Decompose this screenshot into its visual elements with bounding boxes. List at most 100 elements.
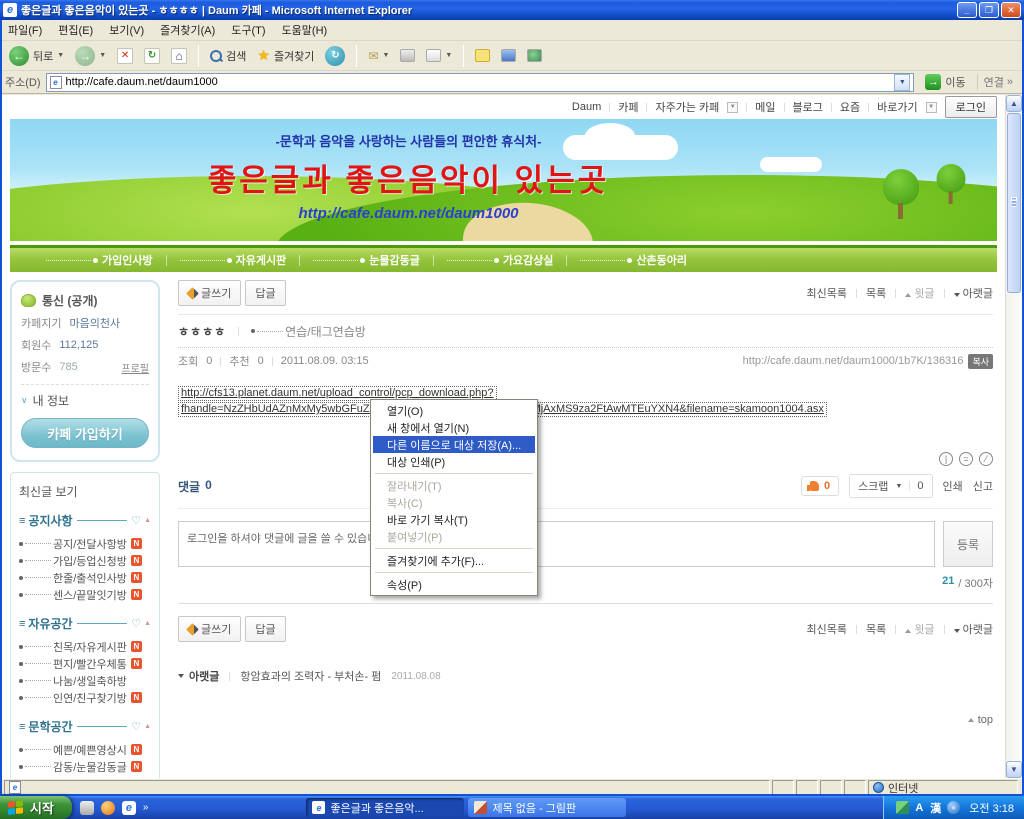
board-link[interactable]: 친목/자유게시판 N: [19, 638, 151, 655]
back-button[interactable]: ← 뒤로 ▼: [6, 45, 67, 66]
cafe-nav-music[interactable]: 가요감상실: [447, 252, 554, 268]
comment-input[interactable]: 로그인을 하셔야 댓글에 글을 쓸 수 있습니다.: [178, 521, 935, 567]
context-open-new-window[interactable]: 새 창에서 열기(N): [373, 419, 535, 436]
profile-link[interactable]: 프로필: [121, 360, 149, 375]
list-link[interactable]: 목록: [866, 621, 886, 637]
context-open[interactable]: 열기(O): [373, 402, 535, 419]
scroll-down-button[interactable]: ▼: [1006, 761, 1022, 778]
forward-button[interactable]: → ▼: [72, 45, 109, 66]
collapse-icon[interactable]: ▲: [144, 517, 151, 524]
favorites-button[interactable]: ★ 즐겨찾기: [254, 47, 317, 64]
cafe-nav-club[interactable]: 산촌동아리: [580, 252, 687, 268]
go-button[interactable]: → 이동: [919, 72, 971, 92]
board-link[interactable]: 인연/친구찾기방 N: [19, 689, 151, 706]
cafe-nav-touching[interactable]: 눈물감동글: [313, 252, 420, 268]
portal-link-yozm[interactable]: 요즘: [840, 99, 860, 115]
back-to-top-link[interactable]: top: [178, 714, 993, 726]
scrap-button[interactable]: 스크랩 ▼ 0: [849, 474, 933, 498]
edit-button[interactable]: ▼: [423, 49, 455, 62]
start-button[interactable]: 시작: [0, 796, 72, 819]
menu-help[interactable]: 도움말(H): [282, 22, 328, 38]
restore-button[interactable]: ❐: [979, 2, 999, 18]
write-button[interactable]: 글쓰기: [178, 280, 242, 306]
print-link[interactable]: 인쇄: [943, 478, 963, 494]
shortcut-dropdown-icon[interactable]: ▼: [925, 101, 937, 113]
context-save-target-as[interactable]: 다른 이름으로 대상 저장(A)...: [373, 436, 535, 453]
mail-button[interactable]: ✉ ▼: [365, 49, 392, 63]
scrap-dropdown-icon[interactable]: ▼: [895, 483, 902, 490]
context-print-target[interactable]: 대상 인쇄(P): [373, 453, 535, 470]
like-button[interactable]: 0: [800, 476, 840, 496]
task-button-ie[interactable]: e 좋은글과 좋은음악...: [306, 798, 465, 817]
board-link[interactable]: 나눔/생일축하방: [19, 672, 151, 689]
collapse-icon[interactable]: ▲: [144, 723, 151, 730]
join-cafe-button[interactable]: 카페 가입하기: [21, 418, 149, 448]
search-button[interactable]: 검색: [207, 48, 249, 64]
minimize-button[interactable]: _: [957, 2, 977, 18]
cafe-nav-greeting[interactable]: 가입인사방: [46, 252, 153, 268]
messenger-button[interactable]: [524, 49, 545, 62]
quick-launch-browser-icon[interactable]: [100, 800, 115, 815]
board-link[interactable]: 가입/등업신청방 N: [19, 552, 151, 569]
menu-view[interactable]: 보기(V): [109, 22, 144, 38]
latest-list-link[interactable]: 최신목록: [807, 285, 847, 301]
tray-hide-icons-button[interactable]: «: [947, 801, 961, 814]
portal-link-blog[interactable]: 블로그: [793, 99, 823, 115]
board-link[interactable]: 감동/눈물감동글 N: [19, 758, 151, 775]
quick-launch-more-icon[interactable]: »: [143, 802, 149, 813]
vertical-scrollbar[interactable]: ▲ ▼: [1005, 95, 1022, 778]
font-size-icon[interactable]: |: [939, 452, 953, 466]
tray-app-icon[interactable]: [896, 801, 910, 814]
recent-posts-link[interactable]: 최신글 보기: [19, 483, 151, 500]
context-add-favorite[interactable]: 즐겨찾기에 추가(F)...: [373, 552, 535, 569]
portal-link-cafe[interactable]: 카페: [618, 99, 638, 115]
post-board-link[interactable]: 연습/태그연습방: [251, 323, 366, 340]
next-post-link[interactable]: 아랫글: [953, 621, 993, 637]
quick-launch-ie-icon[interactable]: e: [121, 800, 136, 815]
media-button[interactable]: [498, 49, 519, 62]
owner-name[interactable]: 마음의천사: [69, 315, 120, 331]
refresh-button[interactable]: ↻: [141, 47, 163, 64]
copy-url-button[interactable]: 복사: [968, 353, 993, 369]
menu-favorites[interactable]: 즐겨찾기(A): [160, 22, 215, 38]
home-button[interactable]: ⌂: [168, 47, 190, 64]
latest-list-link[interactable]: 최신목록: [807, 621, 847, 637]
cafe-nav-free-board[interactable]: 자유게시판: [180, 252, 287, 268]
list-view-icon[interactable]: =: [959, 452, 973, 466]
login-button[interactable]: 로그인: [944, 96, 997, 118]
scroll-up-button[interactable]: ▲: [1006, 95, 1022, 112]
comment-submit-button[interactable]: 등록: [943, 521, 993, 567]
portal-link-daum[interactable]: Daum: [572, 101, 601, 113]
board-link[interactable]: 센스/끝말잇기방 N: [19, 586, 151, 603]
list-link[interactable]: 목록: [866, 285, 886, 301]
edit-dropdown-icon[interactable]: ▼: [445, 52, 452, 59]
menu-file[interactable]: 파일(F): [8, 22, 42, 38]
close-button[interactable]: ✕: [1001, 2, 1021, 18]
stop-button[interactable]: ✕: [114, 47, 136, 64]
next-post-title-link[interactable]: 항암효과의 조력자 - 부처손- 펌: [240, 668, 381, 684]
my-info-toggle[interactable]: ∨ 내 정보: [21, 392, 149, 409]
write-button[interactable]: 글쓰기: [178, 616, 242, 642]
reply-button[interactable]: 답글: [245, 280, 286, 306]
back-dropdown-icon[interactable]: ▼: [57, 52, 64, 59]
portal-link-favorite-cafes[interactable]: 자주가는 카페: [655, 99, 719, 115]
sound-off-icon[interactable]: ⁄: [979, 452, 993, 466]
context-copy-shortcut[interactable]: 바로 가기 복사(T): [373, 511, 535, 528]
address-dropdown-icon[interactable]: ▼: [894, 73, 911, 91]
quick-launch-desktop-icon[interactable]: [79, 800, 94, 815]
ime-hanja-indicator[interactable]: 漢: [929, 800, 942, 816]
menu-edit[interactable]: 편집(E): [58, 22, 93, 38]
prev-post-link[interactable]: 윗글: [905, 621, 935, 637]
reply-button[interactable]: 답글: [245, 616, 286, 642]
links-toolbar[interactable]: 연결 »: [976, 74, 1019, 90]
ime-alpha-indicator[interactable]: A: [914, 802, 924, 814]
print-button[interactable]: [397, 49, 418, 62]
next-post-link[interactable]: 아랫글: [953, 285, 993, 301]
board-link[interactable]: 예쁜/예쁜영상시 N: [19, 741, 151, 758]
board-link[interactable]: 편지/빨간우체통 N: [19, 655, 151, 672]
prev-post-link[interactable]: 윗글: [905, 285, 935, 301]
board-link[interactable]: 공지/전달사항방 N: [19, 535, 151, 552]
portal-link-shortcut[interactable]: 바로가기: [877, 99, 917, 115]
discuss-button[interactable]: [472, 49, 493, 62]
mail-dropdown-icon[interactable]: ▼: [382, 52, 389, 59]
